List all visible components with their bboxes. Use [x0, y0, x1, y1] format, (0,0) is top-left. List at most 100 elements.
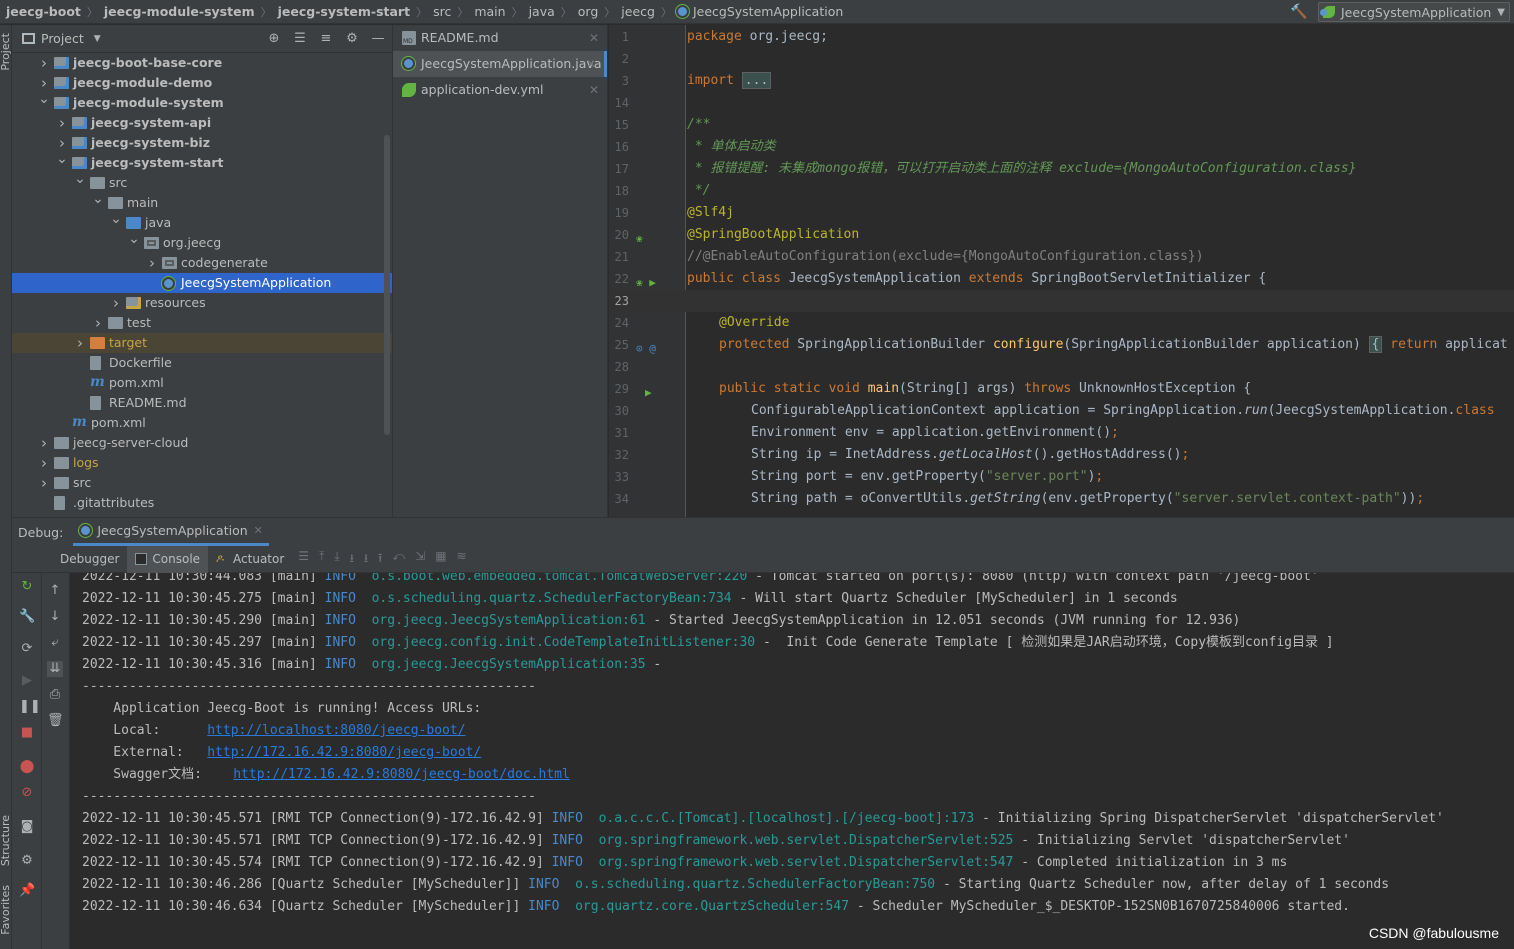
- show-execution-point-icon[interactable]: ⤒: [319, 549, 324, 570]
- tree-item[interactable]: ⌄ src: [12, 171, 392, 193]
- run-to-cursor-icon[interactable]: ⇲: [415, 549, 425, 570]
- close-icon[interactable]: ✕: [589, 25, 599, 51]
- favorites-tool-button[interactable]: Favorites: [0, 885, 12, 935]
- tree-item[interactable]: › jeecg-module-demo: [12, 73, 392, 93]
- tree-item[interactable]: Dockerfile: [12, 353, 392, 373]
- stop-icon[interactable]: ■: [19, 725, 35, 741]
- force-step-into-icon[interactable]: ⭳: [364, 549, 368, 570]
- tree-item[interactable]: › target: [12, 333, 392, 353]
- chevron-right-icon[interactable]: ›: [92, 313, 104, 333]
- code-editor[interactable]: 1 package org.jeecg; 2 3 import ... 14 15 /…: [609, 25, 1514, 517]
- chevron-right-icon[interactable]: ›: [56, 113, 68, 133]
- tree-item[interactable]: › jeecg-system-api: [12, 113, 392, 133]
- locate-icon[interactable]: ⊕: [266, 31, 282, 47]
- run-configuration-select[interactable]: JeecgSystemApplication ▼: [1318, 2, 1510, 22]
- collapse-all-icon[interactable]: ≡: [318, 31, 334, 47]
- project-view-selector[interactable]: Project: [41, 31, 84, 46]
- project-tool-button[interactable]: Project: [0, 33, 12, 71]
- tree-item[interactable]: › jeecg-server-cloud: [12, 433, 392, 453]
- close-icon[interactable]: ✕: [589, 77, 599, 103]
- chevron-right-icon[interactable]: ›: [110, 293, 122, 313]
- drop-frame-icon[interactable]: ⤺: [392, 549, 405, 570]
- tab-console[interactable]: Console: [127, 545, 209, 573]
- minimize-icon[interactable]: —: [370, 31, 386, 47]
- chevron-down-icon[interactable]: ⌄: [38, 89, 50, 109]
- folded-region[interactable]: ...: [741, 72, 772, 89]
- tab-jeecg-system-application[interactable]: JeecgSystemApplication.java ✕: [393, 51, 607, 77]
- arrow-up-icon[interactable]: ↑: [47, 583, 63, 599]
- breadcrumb-item[interactable]: main: [472, 4, 507, 19]
- arrow-down-icon[interactable]: ↓: [47, 609, 63, 625]
- resume-icon[interactable]: ▶: [19, 673, 35, 689]
- chevron-right-icon[interactable]: ›: [38, 53, 50, 73]
- swagger-url-link[interactable]: http://172.16.42.9:8080/jeecg-boot/doc.h…: [233, 767, 570, 782]
- local-url-link[interactable]: http://localhost:8080/jeecg-boot/: [207, 723, 465, 738]
- scrollbar[interactable]: [384, 135, 390, 435]
- breadcrumb-item[interactable]: jeecg-module-system: [102, 4, 257, 19]
- chevron-down-icon[interactable]: ▼: [94, 34, 101, 44]
- breadcrumb-item[interactable]: JeecgSystemApplication: [691, 4, 845, 19]
- trace-icon[interactable]: ≋: [457, 549, 467, 570]
- breadcrumb-item[interactable]: jeecg-boot: [4, 4, 83, 19]
- evaluate-icon[interactable]: ▦: [435, 549, 446, 570]
- wrench-icon[interactable]: 🔧: [19, 609, 35, 625]
- tree-item[interactable]: › jeecg-boot-base-core: [12, 53, 392, 73]
- camera-icon[interactable]: ◙: [19, 819, 35, 835]
- tree-item[interactable]: m pom.xml: [12, 413, 392, 433]
- tree-item[interactable]: › resources: [12, 293, 392, 313]
- structure-tool-button[interactable]: Structure: [0, 815, 12, 866]
- debug-session-tab[interactable]: JeecgSystemApplication ✕: [73, 518, 269, 546]
- chevron-right-icon[interactable]: ›: [38, 473, 50, 493]
- tab-application-dev-yml[interactable]: application-dev.yml ✕: [393, 77, 607, 103]
- trash-icon[interactable]: 🗑: [47, 713, 64, 729]
- tab-actuator[interactable]: ዶ Actuator: [208, 546, 292, 573]
- expand-all-icon[interactable]: ☰: [292, 31, 308, 47]
- step-out-icon[interactable]: ⭱: [378, 549, 382, 570]
- chevron-down-icon[interactable]: ⌄: [74, 169, 86, 189]
- folded-region[interactable]: {: [1368, 336, 1383, 353]
- close-icon[interactable]: ✕: [586, 51, 596, 77]
- menu-icon[interactable]: ☰: [298, 549, 309, 570]
- tree-item[interactable]: ⌄ jeecg-system-start: [12, 151, 392, 173]
- step-into-icon[interactable]: ⭳: [350, 549, 354, 570]
- breadcrumb-item[interactable]: jeecg-system-start: [276, 4, 412, 19]
- tree-item[interactable]: ⌄ java: [12, 211, 392, 233]
- tree-item[interactable]: › jeecg-system-biz: [12, 133, 392, 153]
- rerun-icon[interactable]: ↻: [19, 579, 35, 595]
- scroll-to-end-icon[interactable]: ⇊: [47, 661, 63, 677]
- tree-item[interactable]: › logs: [12, 453, 392, 473]
- tree-item[interactable]: JeecgSystemApplication: [12, 273, 392, 293]
- tree-item[interactable]: › src: [12, 473, 392, 493]
- external-url-link[interactable]: http://172.16.42.9:8080/jeecg-boot/: [207, 745, 481, 760]
- build-hammer-icon[interactable]: 🔨: [1290, 4, 1307, 20]
- print-icon[interactable]: ⎙: [47, 687, 63, 703]
- chevron-down-icon[interactable]: ⌄: [110, 209, 122, 229]
- gear-icon[interactable]: ⚙: [344, 31, 360, 47]
- tab-debugger[interactable]: Debugger: [52, 546, 127, 573]
- breadcrumb-item[interactable]: src: [431, 4, 453, 19]
- tree-item[interactable]: .gitattributes: [12, 493, 392, 513]
- soft-wrap-icon[interactable]: ⤶: [47, 635, 63, 651]
- tree-item[interactable]: README.md: [12, 393, 392, 413]
- restart-icon[interactable]: ⟳: [19, 641, 35, 657]
- tree-item[interactable]: m pom.xml: [12, 373, 392, 393]
- tree-item[interactable]: ⌄ main: [12, 191, 392, 213]
- pin-icon[interactable]: 📌: [19, 883, 35, 899]
- breadcrumb-item[interactable]: jeecg: [619, 4, 657, 19]
- tree-item[interactable]: ⌄ jeecg-module-system: [12, 91, 392, 113]
- view-breakpoints-icon[interactable]: ⬤: [19, 759, 35, 775]
- chevron-right-icon[interactable]: ›: [38, 453, 50, 473]
- chevron-right-icon[interactable]: ›: [146, 253, 158, 273]
- tab-readme[interactable]: README.md ✕: [393, 25, 607, 51]
- chevron-right-icon[interactable]: ›: [38, 433, 50, 453]
- tree-item[interactable]: › codegenerate: [12, 253, 392, 273]
- console-output[interactable]: 2022-12-11 10:30:44.083 [main] INFO o.s.…: [71, 573, 1514, 949]
- pause-icon[interactable]: ❚❚: [19, 699, 41, 715]
- gear-icon[interactable]: ⚙: [19, 853, 35, 869]
- chevron-down-icon[interactable]: ⌄: [128, 229, 140, 249]
- tree-item[interactable]: ⌄ org.jeecg: [12, 231, 392, 253]
- step-over-icon[interactable]: ⤓: [334, 549, 339, 570]
- chevron-down-icon[interactable]: ⌄: [92, 189, 104, 209]
- mute-breakpoints-icon[interactable]: ⊘: [19, 785, 35, 801]
- breadcrumb-item[interactable]: org: [576, 4, 601, 19]
